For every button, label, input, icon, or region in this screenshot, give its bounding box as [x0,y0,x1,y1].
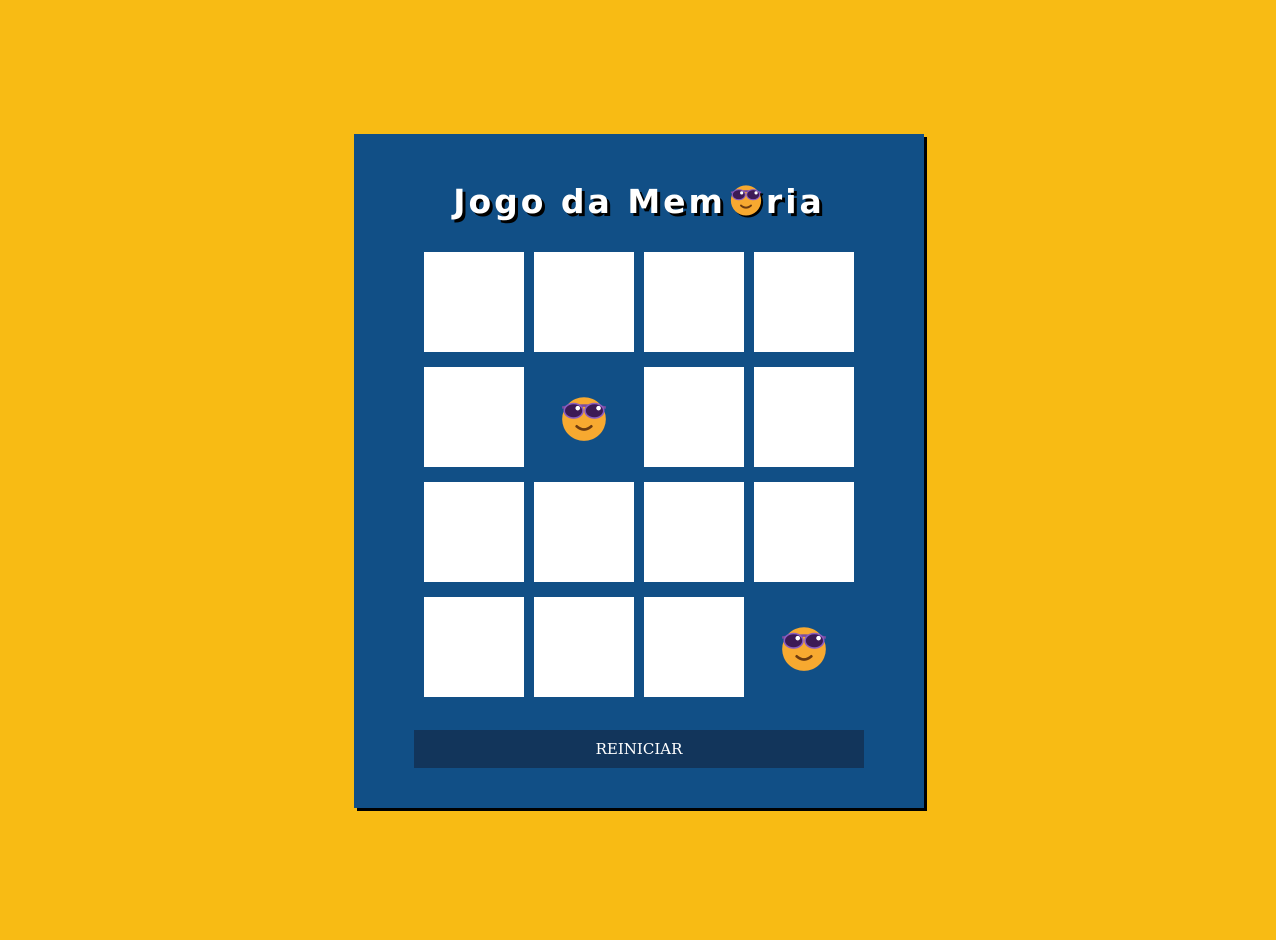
cool-face-icon [561,397,607,441]
memory-card[interactable] [754,252,854,352]
restart-button[interactable]: REINICIAR [414,730,864,768]
memory-card[interactable] [644,597,744,697]
memory-card[interactable] [424,367,524,467]
cool-face-icon [781,627,827,671]
memory-card[interactable] [424,597,524,697]
memory-card[interactable] [644,482,744,582]
title-text-end: ria [765,181,825,221]
memory-card[interactable] [424,252,524,352]
memory-card[interactable] [644,252,744,352]
memory-card-revealed[interactable] [534,367,634,467]
memory-card[interactable] [754,367,854,467]
memory-card[interactable] [534,482,634,582]
memory-card[interactable] [754,482,854,582]
memory-card[interactable] [534,597,634,697]
title-text-start: Jogo da Mem [453,181,726,221]
memory-card[interactable] [534,252,634,352]
memory-card-revealed[interactable] [754,597,854,697]
memory-card[interactable] [644,367,744,467]
game-panel: Jogo da Mem ria REINICIAR [354,134,924,808]
card-grid [424,252,854,697]
game-title: Jogo da Mem ria [354,176,924,226]
memory-card[interactable] [424,482,524,582]
cool-face-icon [728,181,764,217]
